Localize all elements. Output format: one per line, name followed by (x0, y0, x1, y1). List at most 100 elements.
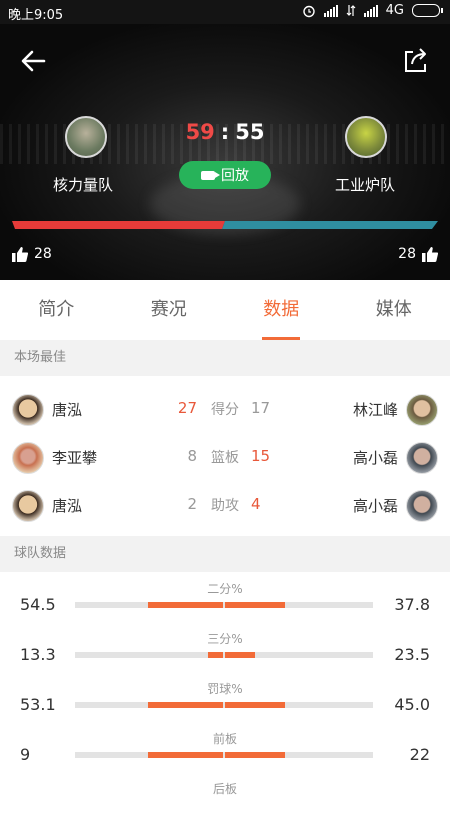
alarm-icon (302, 4, 316, 18)
away-stat-fill (225, 602, 285, 608)
away-player-avatar[interactable] (406, 442, 438, 474)
away-stat-value: 23.5 (394, 645, 430, 664)
team-stat-label: 后板 (0, 780, 450, 797)
home-ratio-segment (12, 221, 225, 229)
share-icon (402, 46, 430, 74)
tab-live[interactable]: 赛况 (113, 280, 226, 340)
away-team-logo[interactable] (345, 116, 387, 158)
share-button[interactable] (402, 46, 430, 74)
stat-label: 得分 (205, 399, 245, 419)
team-stat-row: 后板 (0, 778, 450, 828)
battery-icon (412, 4, 440, 17)
team-stat-row: 二分%54.5 37.8 (0, 578, 450, 628)
tab-bar: 简介 赛况 数据 媒体 (0, 280, 450, 340)
best-players-header: 本场最佳 (0, 340, 450, 376)
home-like-button[interactable]: 28 (12, 246, 52, 262)
home-stat-value: 53.1 (20, 695, 56, 714)
away-player-value: 15 (251, 447, 291, 465)
replay-label: 回放 (221, 165, 249, 185)
best-player-row: 唐泓 2 助攻 4 高小磊 (0, 482, 450, 530)
home-stat-fill (208, 652, 223, 658)
home-stat-value: 54.5 (20, 595, 56, 614)
back-arrow-icon (18, 46, 50, 76)
match-header: 59:55 核力量队 工业炉队 回放 28 28 (0, 24, 450, 280)
data-transfer-icon (346, 4, 356, 17)
thumbs-up-icon (12, 247, 28, 262)
stat-bar-track (75, 702, 373, 708)
away-player-value: 4 (251, 495, 291, 513)
stat-comparison-bar (75, 602, 373, 608)
network-type: 4G (386, 3, 404, 18)
home-player-name[interactable]: 李亚攀 (52, 447, 97, 468)
home-stat-fill (148, 752, 223, 758)
away-score: 55 (235, 120, 264, 144)
best-player-row: 唐泓 27 得分 17 林江峰 (0, 386, 450, 434)
home-player-avatar[interactable] (12, 394, 44, 426)
team-stats-header: 球队数据 (0, 536, 450, 572)
thumbs-up-icon (422, 247, 438, 262)
team-stat-label: 二分% (0, 580, 450, 597)
team-stat-row: 罚球%53.1 45.0 (0, 678, 450, 728)
home-player-name[interactable]: 唐泓 (52, 399, 82, 420)
signal-icon (324, 5, 338, 17)
away-stat-fill (225, 702, 285, 708)
home-player-value: 27 (157, 399, 197, 417)
video-camera-icon (201, 171, 215, 180)
away-player-value: 17 (251, 399, 291, 417)
score-ratio-bar (12, 221, 438, 229)
away-stat-value: 45.0 (394, 695, 430, 714)
away-ratio-segment (222, 221, 438, 229)
home-team-logo[interactable] (65, 116, 107, 158)
tab-media[interactable]: 媒体 (338, 280, 450, 340)
home-team-name[interactable]: 核力量队 (53, 174, 113, 195)
away-team-name[interactable]: 工业炉队 (335, 174, 395, 195)
away-like-button[interactable]: 28 (398, 246, 438, 262)
home-like-count: 28 (34, 246, 52, 262)
away-stat-value: 37.8 (394, 595, 430, 614)
away-player-avatar[interactable] (406, 490, 438, 522)
home-stat-value: 9 (20, 745, 30, 764)
score-separator: : (221, 120, 229, 144)
home-player-avatar[interactable] (12, 442, 44, 474)
stat-bar-track (75, 752, 373, 758)
stat-bar-track (75, 602, 373, 608)
team-stat-row: 前板9 22 (0, 728, 450, 778)
team-stat-label: 三分% (0, 630, 450, 647)
away-stat-fill (225, 752, 285, 758)
stat-label: 篮板 (205, 447, 245, 467)
away-stat-value: 22 (410, 745, 430, 764)
status-time: 晚上9:05 (8, 4, 63, 23)
best-player-row: 李亚攀 8 篮板 15 高小磊 (0, 434, 450, 482)
home-stat-fill (148, 702, 223, 708)
away-player-avatar[interactable] (406, 394, 438, 426)
home-player-value: 8 (157, 447, 197, 465)
team-stat-label: 前板 (0, 730, 450, 747)
team-stat-label: 罚球% (0, 680, 450, 697)
away-stat-fill (225, 652, 255, 658)
away-like-count: 28 (398, 246, 416, 262)
status-bar: 晚上9:05 4G (0, 0, 450, 24)
stat-comparison-bar (75, 752, 373, 758)
away-player-name[interactable]: 高小磊 (353, 447, 398, 468)
away-player-name[interactable]: 高小磊 (353, 495, 398, 516)
replay-button[interactable]: 回放 (179, 161, 271, 189)
home-player-name[interactable]: 唐泓 (52, 495, 82, 516)
home-stat-fill (148, 602, 223, 608)
away-player-name[interactable]: 林江峰 (353, 399, 398, 420)
stat-bar-track (75, 652, 373, 658)
home-player-avatar[interactable] (12, 490, 44, 522)
team-stat-row: 三分%13.3 23.5 (0, 628, 450, 678)
back-button[interactable] (18, 46, 50, 76)
team-stats-title: 球队数据 (14, 546, 66, 561)
home-player-value: 2 (157, 495, 197, 513)
status-icons: 4G (302, 3, 440, 18)
home-score: 59 (186, 120, 215, 144)
stat-comparison-bar (75, 652, 373, 658)
signal-icon-2 (364, 5, 378, 17)
stat-label: 助攻 (205, 495, 245, 515)
tab-data[interactable]: 数据 (225, 280, 338, 340)
home-stat-value: 13.3 (20, 645, 56, 664)
tab-intro[interactable]: 简介 (0, 280, 113, 340)
stat-comparison-bar (75, 702, 373, 708)
best-players-title: 本场最佳 (14, 350, 66, 365)
